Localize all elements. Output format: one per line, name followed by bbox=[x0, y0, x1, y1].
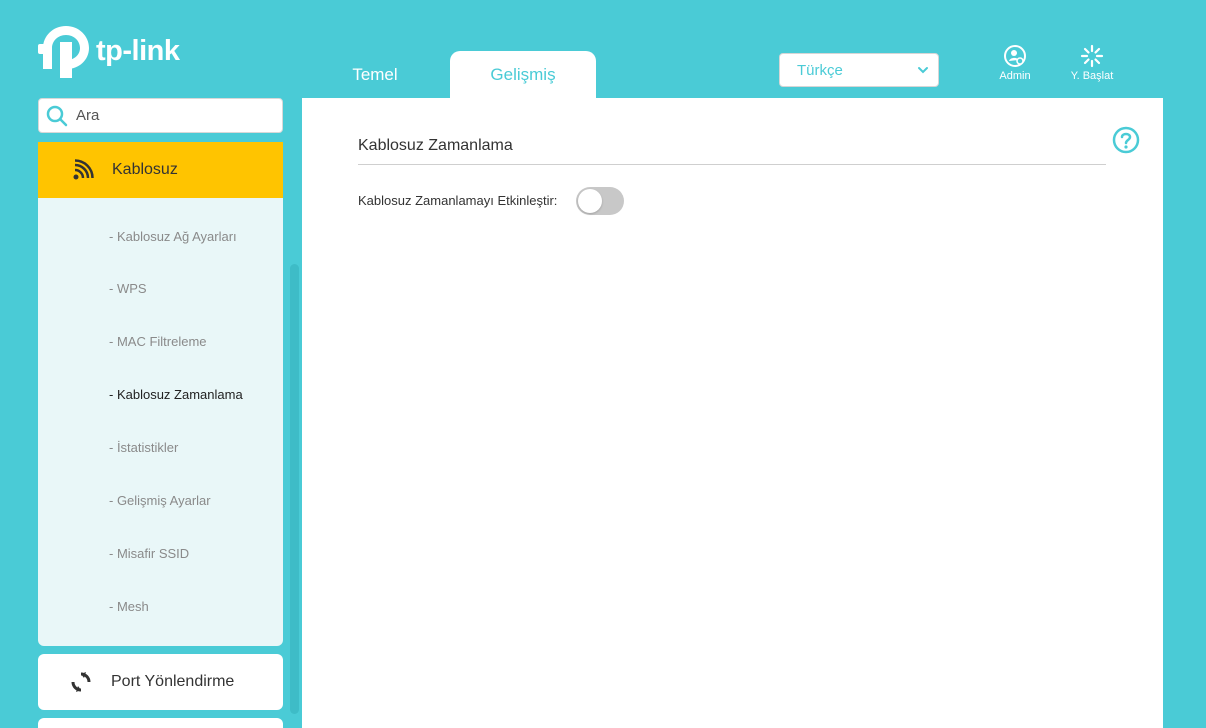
tab-basic[interactable]: Temel bbox=[320, 51, 430, 98]
port-forward-icon bbox=[71, 672, 91, 692]
search-input[interactable]: Ara bbox=[38, 98, 283, 133]
main-panel: Kablosuz Zamanlama Kablosuz Zamanlamayı … bbox=[302, 98, 1163, 728]
section-title: Kablosuz Zamanlama bbox=[358, 137, 513, 154]
sidebar-scrollbar[interactable] bbox=[290, 264, 299, 714]
restart-icon bbox=[1080, 44, 1104, 68]
restart-label: Y. Başlat bbox=[1070, 70, 1114, 82]
sidebar-subitem-guest-ssid[interactable]: - Misafir SSID bbox=[109, 546, 189, 561]
admin-button[interactable]: Admin bbox=[985, 44, 1045, 82]
wifi-signal-icon bbox=[73, 159, 94, 180]
tp-link-logo-icon bbox=[38, 26, 89, 78]
enable-schedule-toggle[interactable] bbox=[576, 187, 624, 215]
chevron-down-icon bbox=[918, 67, 928, 74]
sidebar-section-wireless: Kablosuz - Kablosuz Ağ Ayarları - WPS - … bbox=[38, 142, 283, 646]
search-placeholder: Ara bbox=[76, 107, 100, 124]
sidebar-item-next[interactable] bbox=[38, 718, 283, 728]
tp-link-logo: tp-link bbox=[38, 22, 188, 78]
help-icon[interactable] bbox=[1112, 126, 1140, 154]
admin-icon bbox=[1004, 45, 1026, 67]
sidebar-item-wireless[interactable]: Kablosuz bbox=[38, 142, 283, 198]
tab-advanced[interactable]: Gelişmiş bbox=[450, 51, 596, 98]
sidebar-subitem-wps[interactable]: - WPS bbox=[109, 281, 147, 296]
sidebar-subitem-statistics[interactable]: - İstatistikler bbox=[109, 440, 178, 455]
language-select[interactable]: Türkçe bbox=[779, 53, 939, 87]
sidebar-subitem-mesh[interactable]: - Mesh bbox=[109, 599, 149, 614]
enable-schedule-label: Kablosuz Zamanlamayı Etkinleştir: bbox=[358, 193, 558, 208]
toggle-knob bbox=[578, 189, 602, 213]
sidebar-item-port-forwarding[interactable]: Port Yönlendirme bbox=[38, 654, 283, 710]
search-icon bbox=[46, 105, 68, 126]
admin-label: Admin bbox=[999, 70, 1031, 82]
sidebar-subitem-mac-filter[interactable]: - MAC Filtreleme bbox=[109, 334, 207, 349]
sidebar-subitem-wireless-settings[interactable]: - Kablosuz Ağ Ayarları bbox=[109, 229, 237, 244]
section-divider bbox=[358, 164, 1106, 165]
language-select-value: Türkçe bbox=[797, 61, 843, 79]
sidebar-subitem-wireless-schedule[interactable]: - Kablosuz Zamanlama bbox=[109, 387, 243, 402]
sidebar-subitem-advanced-settings[interactable]: - Gelişmiş Ayarlar bbox=[109, 493, 211, 508]
logo-text: tp-link bbox=[96, 35, 180, 67]
sidebar-item-port-forwarding-label: Port Yönlendirme bbox=[111, 673, 235, 690]
sidebar-item-wireless-label: Kablosuz bbox=[112, 161, 178, 178]
restart-button[interactable]: Y. Başlat bbox=[1062, 44, 1122, 82]
